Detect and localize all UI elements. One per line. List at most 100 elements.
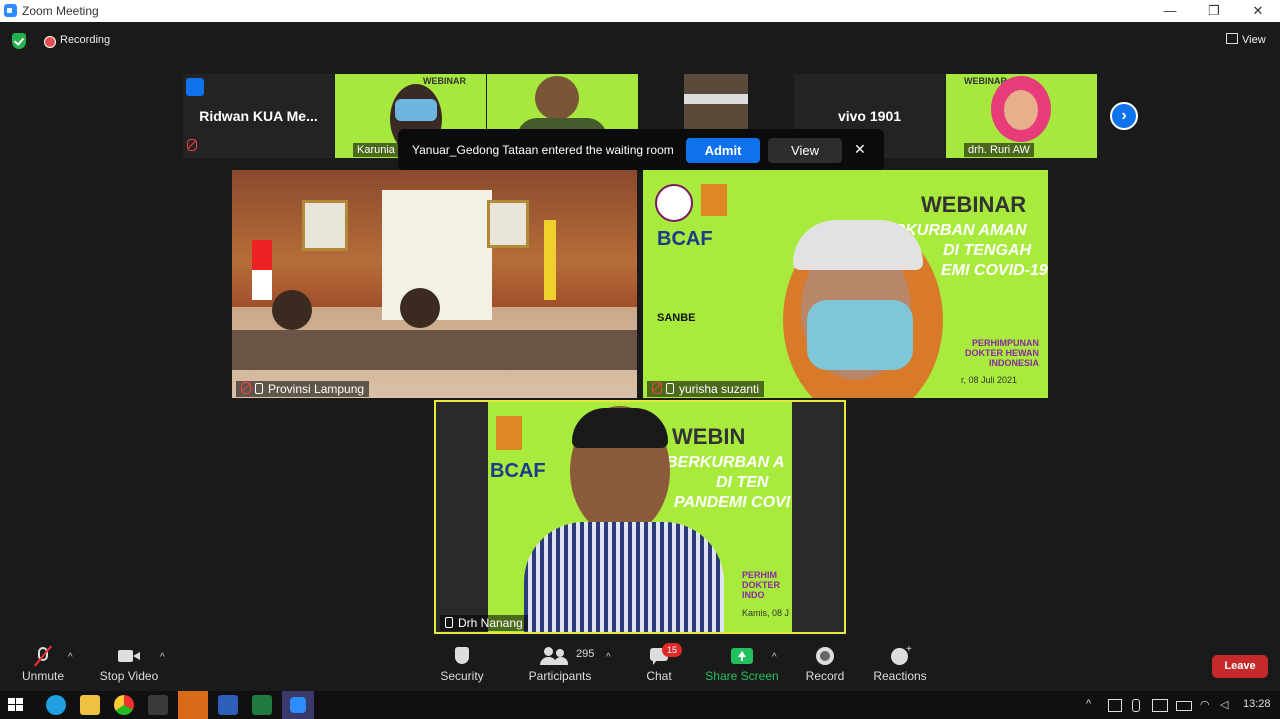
windows-taskbar: ^ ◠ ◁ 13:28 xyxy=(0,691,1280,719)
tray-overflow-icon[interactable]: ^ xyxy=(1086,698,1091,710)
webinar-line: DI TENGAH xyxy=(943,242,1031,259)
video-camera-icon xyxy=(118,647,140,665)
view-button[interactable]: View xyxy=(1226,33,1266,46)
logo-pdhi xyxy=(655,184,693,222)
waiting-room-notification: Yanuar_Gedong Tataan entered the waiting… xyxy=(398,129,884,171)
share-options-caret[interactable]: ^ xyxy=(772,652,777,663)
share-screen-button[interactable]: Share Screen xyxy=(704,640,780,691)
flag xyxy=(544,220,556,300)
participants-options-caret[interactable]: ^ xyxy=(606,652,611,663)
close-window-button[interactable]: ✕ xyxy=(1236,0,1280,22)
zoom-taskbar-icon[interactable] xyxy=(282,691,314,719)
view-waiting-room-button[interactable]: View xyxy=(768,138,842,163)
participant-person xyxy=(400,288,440,328)
zoom-app-icon xyxy=(4,4,17,17)
clock[interactable]: 13:28 xyxy=(1243,698,1271,710)
chat-unread-badge: 15 xyxy=(662,643,682,657)
unmute-button[interactable]: Unmute xyxy=(14,640,72,691)
stop-video-label: Stop Video xyxy=(99,669,159,683)
battery-icon[interactable] xyxy=(1176,701,1192,711)
security-label: Security xyxy=(440,669,484,683)
wifi-icon[interactable]: ◠ xyxy=(1200,698,1210,711)
recording-label[interactable]: Recording xyxy=(60,34,110,46)
participant-label: Provinsi Lampung xyxy=(236,381,370,397)
word-icon[interactable] xyxy=(218,695,238,715)
window-frame xyxy=(684,94,748,104)
admit-button[interactable]: Admit xyxy=(686,138,760,163)
reactions-label: Reactions xyxy=(873,669,927,683)
participant-hair xyxy=(572,408,668,448)
participant-name: Ridwan KUA Me... xyxy=(199,108,318,124)
raise-hand-icon xyxy=(186,78,204,96)
window-titlebar: Zoom Meeting — ❐ ✕ xyxy=(0,0,1280,22)
webinar-title: WEBINAR xyxy=(921,192,1027,217)
participant-label: Drh Nanang xyxy=(440,615,528,631)
video-tile-yurisha-suzanti[interactable]: BCAF SANBE WEBINAR ERKURBAN AMAN DI TENG… xyxy=(643,170,1048,398)
pin-icon xyxy=(445,617,453,628)
participant-person xyxy=(272,290,312,330)
recording-icon xyxy=(44,36,56,48)
pin-icon xyxy=(666,383,674,394)
meeting-table xyxy=(232,330,637,370)
participant-name: Provinsi Lampung xyxy=(268,382,365,396)
webinar-line: EMI COVID-19 xyxy=(941,262,1048,279)
participant-label: drh. Ruri AW xyxy=(964,143,1034,157)
share-screen-label: Share Screen xyxy=(705,669,779,683)
audio-options-caret[interactable]: ^ xyxy=(68,652,73,663)
sponsor-logo: BCAF xyxy=(490,460,546,482)
security-shield-icon xyxy=(451,647,473,665)
participant-count: 295 xyxy=(576,648,595,660)
meeting-toolbar: Unmute ^ Stop Video ^ Security Participa… xyxy=(0,640,1280,691)
participants-icon xyxy=(540,647,580,665)
organizer-text: PERHIMPUNAN DOKTER HEWAN INDONESIA xyxy=(965,338,1039,368)
unmute-label: Unmute xyxy=(21,669,65,683)
pin-icon xyxy=(255,383,263,394)
participant-label: yurisha suzanti xyxy=(647,381,765,397)
file-explorer-icon[interactable] xyxy=(80,695,100,715)
active-app-icon[interactable] xyxy=(178,691,208,719)
app-icon[interactable] xyxy=(148,695,168,715)
stop-video-button[interactable]: Stop Video xyxy=(98,640,160,691)
record-button[interactable]: Record xyxy=(804,640,846,691)
reactions-button[interactable]: + Reactions xyxy=(872,640,928,691)
participant-name: vivo 1901 xyxy=(837,108,902,124)
cap xyxy=(793,220,923,270)
restore-button[interactable]: ❐ xyxy=(1192,0,1236,22)
video-tile-provinsi-lampung[interactable]: Provinsi Lampung xyxy=(232,170,637,398)
meeting-top-bar: Recording View xyxy=(0,22,1280,60)
video-options-caret[interactable]: ^ xyxy=(160,652,165,663)
thumbnail-ridwan[interactable]: Ridwan KUA Me... xyxy=(183,74,334,158)
share-screen-icon xyxy=(731,647,753,665)
portrait-frame xyxy=(487,200,529,248)
thumbnail-ruri[interactable]: WEBINAR drh. Ruri AW xyxy=(946,74,1097,158)
minimize-button[interactable]: — xyxy=(1148,0,1192,22)
security-shield-icon[interactable] xyxy=(12,33,26,49)
windows-start-icon[interactable] xyxy=(6,695,26,715)
volume-icon[interactable]: ◁ xyxy=(1220,698,1228,711)
record-icon xyxy=(814,647,836,665)
participant-video xyxy=(535,76,579,120)
video-feed: BCAF WEBIN BERKURBAN A DI TEN PANDEMI CO… xyxy=(488,402,792,632)
leave-button[interactable]: Leave xyxy=(1212,655,1268,678)
webinar-line: DI TEN xyxy=(716,474,769,491)
microphone-tray-icon[interactable] xyxy=(1132,699,1140,712)
logo-lampung xyxy=(496,416,522,450)
tray-app-icon[interactable] xyxy=(1152,699,1168,712)
notification-message: Yanuar_Gedong Tataan entered the waiting… xyxy=(412,143,674,157)
sponsor-logo: SANBE xyxy=(657,312,696,324)
next-page-button[interactable]: › xyxy=(1110,102,1138,130)
edge-browser-icon[interactable] xyxy=(46,695,66,715)
chrome-browser-icon[interactable] xyxy=(114,695,134,715)
close-notification-button[interactable]: ✕ xyxy=(854,141,866,158)
participants-label: Participants xyxy=(528,669,592,683)
muted-microphone-icon xyxy=(32,645,54,667)
face-mask xyxy=(395,99,437,121)
chat-label: Chat xyxy=(646,669,672,683)
video-tile-drh-nanang-active-speaker[interactable]: BCAF WEBIN BERKURBAN A DI TEN PANDEMI CO… xyxy=(434,400,846,634)
emoji-reaction-icon: + xyxy=(889,644,912,665)
view-label: View xyxy=(1242,34,1266,46)
excel-icon[interactable] xyxy=(252,695,272,715)
security-button[interactable]: Security xyxy=(438,640,486,691)
tray-app-icon[interactable] xyxy=(1108,699,1122,712)
webinar-date: Kamis, 08 J xyxy=(742,608,790,618)
